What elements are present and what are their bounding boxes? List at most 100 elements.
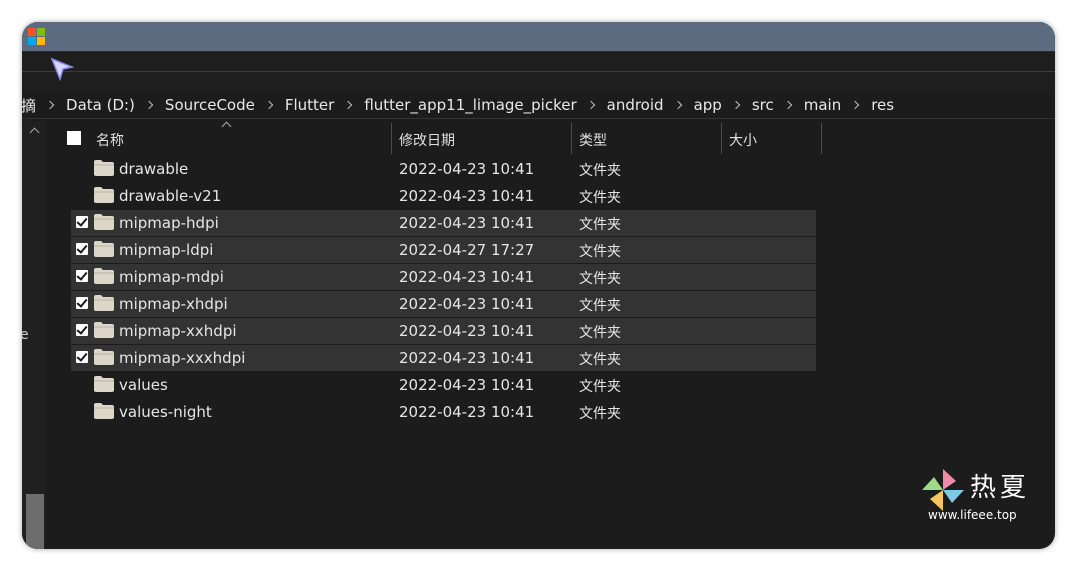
column-divider[interactable] [821,123,822,154]
file-type: 文件夹 [579,271,621,287]
file-row[interactable]: values-night 2022-04-23 10:41 文件夹 [71,399,816,425]
scroll-up-icon[interactable] [29,127,40,138]
chevron-right-icon[interactable] [47,101,55,109]
column-name[interactable]: 名称 [96,130,124,150]
address-divider [22,118,1055,119]
breadcrumb-item[interactable]: Flutter [282,96,337,114]
row-checkbox[interactable] [76,216,88,228]
file-name: drawable-v21 [119,187,222,205]
folder-icon [94,214,114,230]
windows-logo-icon [28,28,46,46]
breadcrumb-item[interactable]: app [691,96,725,114]
folder-icon [94,268,114,284]
file-type: 文件夹 [579,163,621,179]
column-type[interactable]: 类型 [579,130,607,150]
file-row[interactable]: mipmap-xxhdpi 2022-04-23 10:41 文件夹 [71,318,816,344]
explorer-window: 摘 Data (D:) SourceCode Flutter flutter_app11… [22,22,1055,549]
folder-icon [94,322,114,338]
sort-ascending-icon [221,121,232,132]
breadcrumb-item[interactable]: flutter_app11_limage_picker [361,96,579,114]
chevron-right-icon[interactable] [733,101,741,109]
file-type: 文件夹 [579,298,621,314]
file-row[interactable]: mipmap-hdpi 2022-04-23 10:41 文件夹 [71,210,816,236]
file-name: mipmap-xhdpi [119,295,228,313]
folder-icon [94,376,114,392]
breadcrumb-item[interactable]: 摘 [22,95,39,116]
file-name: mipmap-xxhdpi [119,322,237,340]
file-type: 文件夹 [579,406,621,422]
column-size[interactable]: 大小 [729,130,757,150]
chevron-right-icon[interactable] [345,101,353,109]
breadcrumb-item[interactable]: res [868,96,897,114]
breadcrumb-item[interactable]: Data (D:) [63,96,138,114]
file-row[interactable]: mipmap-mdpi 2022-04-23 10:41 文件夹 [71,264,816,290]
column-divider[interactable] [391,123,392,154]
nav-item-fragment[interactable]: e [22,327,29,343]
file-name: values-night [119,403,212,421]
file-date: 2022-04-27 17:27 [399,241,535,259]
file-row[interactable]: drawable-v21 2022-04-23 10:41 文件夹 [71,183,816,209]
row-checkbox[interactable] [76,243,88,255]
breadcrumb-item[interactable]: src [749,96,777,114]
scrollbar-thumb[interactable] [26,494,44,549]
navigation-pane[interactable]: e [22,121,46,549]
file-type: 文件夹 [579,352,621,368]
column-header: 名称 修改日期 类型 大小 [46,121,826,155]
file-name: mipmap-hdpi [119,214,219,232]
column-date[interactable]: 修改日期 [399,130,455,150]
chevron-right-icon[interactable] [266,101,274,109]
breadcrumb-item[interactable]: main [801,96,844,114]
select-all-checkbox[interactable] [67,131,81,145]
chevron-right-icon[interactable] [852,101,860,109]
folder-icon [94,241,114,257]
file-date: 2022-04-23 10:41 [399,160,535,178]
pinwheel-icon [922,469,964,511]
column-divider[interactable] [571,123,572,154]
file-date: 2022-04-23 10:41 [399,322,535,340]
file-name: mipmap-xxxhdpi [119,349,246,367]
folder-icon [94,160,114,176]
file-type: 文件夹 [579,190,621,206]
title-bar[interactable] [22,22,1055,51]
folder-icon [94,295,114,311]
file-row[interactable]: mipmap-xhdpi 2022-04-23 10:41 文件夹 [71,291,816,317]
toolbar-divider [22,71,1055,72]
file-row[interactable]: values 2022-04-23 10:41 文件夹 [71,372,816,398]
breadcrumb-item[interactable]: SourceCode [162,96,258,114]
file-name: mipmap-mdpi [119,268,224,286]
file-type: 文件夹 [579,217,621,233]
row-checkbox[interactable] [76,324,88,336]
file-list: 名称 修改日期 类型 大小 drawable 2022-04-23 10:41 文件… [46,121,1055,549]
file-name: values [119,376,168,394]
chevron-right-icon[interactable] [785,101,793,109]
breadcrumb-item[interactable]: android [604,96,667,114]
folder-icon [94,403,114,419]
breadcrumb[interactable]: 摘 Data (D:) SourceCode Flutter flutter_app11… [22,94,1055,116]
toolbar [22,51,1055,95]
file-row[interactable]: mipmap-xxxhdpi 2022-04-23 10:41 文件夹 [71,345,816,371]
file-row[interactable]: drawable 2022-04-23 10:41 文件夹 [71,156,816,182]
row-checkbox[interactable] [76,297,88,309]
column-divider[interactable] [721,123,722,154]
row-checkbox[interactable] [76,270,88,282]
file-date: 2022-04-23 10:41 [399,187,535,205]
folder-icon [94,349,114,365]
file-name: drawable [119,160,189,178]
pointer-cursor-icon [50,57,75,82]
row-checkbox[interactable] [76,351,88,363]
file-row[interactable]: mipmap-ldpi 2022-04-27 17:27 文件夹 [71,237,816,263]
chevron-right-icon[interactable] [146,101,154,109]
file-date: 2022-04-23 10:41 [399,295,535,313]
chevron-right-icon[interactable] [588,101,596,109]
file-date: 2022-04-23 10:41 [399,403,535,421]
file-date: 2022-04-23 10:41 [399,349,535,367]
chevron-right-icon[interactable] [675,101,683,109]
file-date: 2022-04-23 10:41 [399,268,535,286]
watermark-url: www.lifeee.top [928,508,1017,522]
watermark-title: 热夏 [970,473,1031,503]
file-date: 2022-04-23 10:41 [399,376,535,394]
file-type: 文件夹 [579,325,621,341]
watermark-logo: 热夏 www.lifeee.top [920,467,1040,527]
file-date: 2022-04-23 10:41 [399,214,535,232]
file-type: 文件夹 [579,379,621,395]
